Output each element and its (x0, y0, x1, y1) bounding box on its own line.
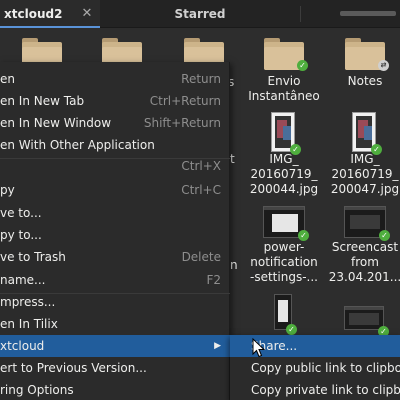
menu-item-copy[interactable]: py Ctrl+C (0, 179, 230, 201)
submenu-item-copy-public-link[interactable]: Copy public link to clipboard (230, 357, 400, 379)
file-item-notes[interactable]: ⇄ Notes (325, 38, 400, 98)
partial-label: t (230, 152, 235, 166)
shortcut-label: F2 (206, 273, 221, 287)
file-label: IMG_ 20160719_ 200044.jpg (249, 152, 319, 196)
menu-item-revert-version[interactable]: ert to Previous Version... (0, 357, 230, 379)
file-label: Envio Instantâneo (248, 74, 320, 103)
tab-third[interactable] (302, 0, 400, 28)
menu-item-rename[interactable]: name... F2 (0, 269, 230, 291)
file-item-img1[interactable]: ✓ IMG_ 20160719_ 200044.jpg (244, 112, 324, 202)
menu-item-open-with[interactable]: en With Other Application (0, 134, 230, 156)
file-item-img2[interactable]: ✓ IMG_ 20160719_ 200047.jpg (325, 112, 400, 202)
submenu-item-copy-private-link[interactable]: Copy private link to clipboard (230, 379, 400, 400)
menu-item-open[interactable]: en Return (0, 68, 230, 90)
menu-item-open-in-tilix[interactable]: en In Tilix (0, 313, 230, 335)
menu-item-nextcloud[interactable]: xtcloud ▶ (0, 335, 230, 357)
sync-ok-icon: ✓ (297, 60, 308, 71)
file-item-envio[interactable]: ✓ Envio Instantâneo (244, 38, 324, 118)
mouse-pointer-icon (252, 338, 266, 358)
blurred-tab-label (340, 11, 396, 16)
close-tab-icon[interactable]: ✕ (79, 0, 95, 28)
sync-ok-icon: ✓ (286, 324, 297, 335)
menu-item-cut[interactable]: Ctrl+X (0, 155, 230, 177)
screenshot-thumbnail (344, 306, 384, 330)
tab-separator (300, 6, 301, 22)
tab-starred[interactable]: Starred (102, 0, 298, 28)
tab-label: Starred (174, 7, 226, 21)
partial-label: n (230, 258, 238, 272)
file-item[interactable]: ✓ (272, 294, 298, 338)
file-label: Notes (347, 74, 383, 88)
menu-item-open-new-tab[interactable]: en In New Tab Ctrl+Return (0, 90, 230, 112)
shared-icon: ⇄ (378, 60, 389, 71)
menu-item-copy-to[interactable]: py to... (0, 224, 230, 246)
menu-item-move-to[interactable]: ve to... (0, 202, 230, 224)
shortcut-label: Ctrl+Return (149, 94, 221, 108)
file-item[interactable]: ✓ (342, 306, 392, 337)
menu-item-compress[interactable]: mpress... (0, 291, 230, 313)
shortcut-label: Ctrl+X (181, 159, 221, 173)
menu-item-sharing-options[interactable]: ring Options (0, 379, 230, 400)
file-label: Screencast from 23.04.201... (328, 240, 400, 284)
file-label: power- notification -settings-... (250, 240, 318, 284)
menu-item-open-new-window[interactable]: en In New Window Shift+Return (0, 112, 230, 134)
menu-item-move-to-trash[interactable]: ve to Trash Delete (0, 246, 230, 268)
tab-bar: xtcloud2 ✕ Starred (0, 0, 400, 28)
file-item-screencast[interactable]: ✓ Screencast from 23.04.201... (325, 206, 400, 296)
shortcut-label: Return (181, 72, 221, 86)
submenu-arrow-icon: ▶ (214, 341, 221, 351)
file-label: IMG_ 20160719_ 200047.jpg (330, 152, 400, 196)
shortcut-label: Delete (181, 250, 221, 264)
tab-label: xtcloud2 (4, 7, 63, 21)
shortcut-label: Shift+Return (143, 116, 221, 130)
shortcut-label: Ctrl+C (181, 183, 221, 197)
file-item-screenshot1[interactable]: ✓ power- notification -settings-... (244, 206, 324, 296)
context-menu: en Return en In New Tab Ctrl+Return en In … (0, 62, 230, 400)
